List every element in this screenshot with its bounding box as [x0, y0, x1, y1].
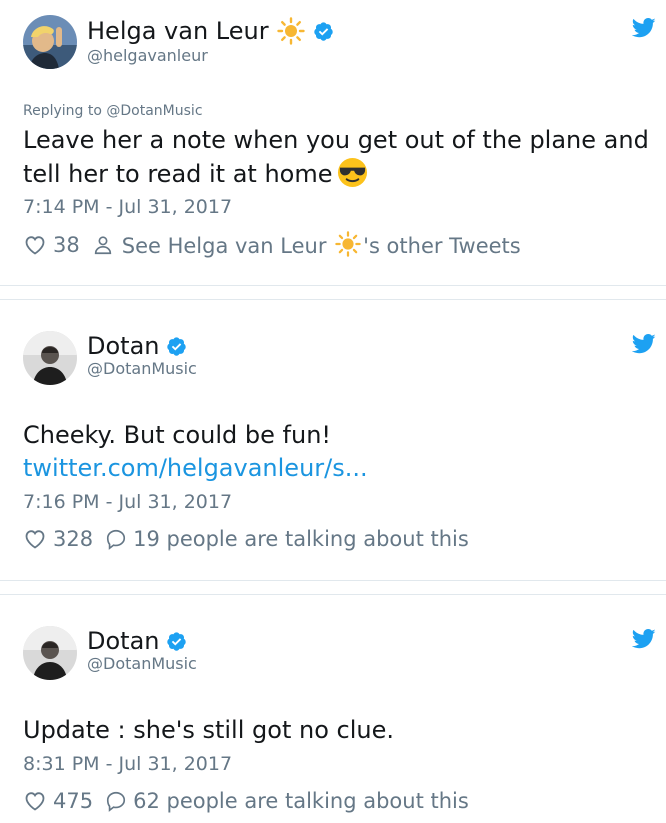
twitter-bird-icon[interactable]	[632, 18, 656, 38]
divider	[0, 580, 666, 595]
talking-about-link[interactable]: 62 people are talking about this	[133, 789, 469, 813]
sun-emoji-icon	[277, 17, 305, 45]
person-icon[interactable]	[92, 234, 114, 256]
author-row: Dotan	[87, 627, 187, 655]
tweet-link[interactable]: twitter.com/helgavanleur/s...	[23, 452, 663, 485]
tweet-dotan-2[interactable]: Dotan @DotanMusic Update : she's still g…	[0, 596, 666, 823]
avatar[interactable]	[23, 15, 77, 69]
like-count[interactable]: 328	[53, 527, 93, 551]
tweet-text: Cheeky. But could be fun! twitter.com/he…	[23, 419, 663, 485]
heart-icon[interactable]	[23, 789, 47, 813]
sun-emoji-icon	[335, 231, 361, 257]
author-name[interactable]: Helga van Leur	[87, 17, 269, 45]
heart-icon[interactable]	[23, 233, 47, 257]
tweet-timestamp[interactable]: 7:14 PM - Jul 31, 2017	[23, 196, 232, 218]
tweet-timestamp[interactable]: 7:16 PM - Jul 31, 2017	[23, 491, 232, 513]
tweet-text-line: tell her to read it at home	[23, 157, 663, 191]
replying-handle[interactable]: @DotanMusic	[106, 103, 202, 119]
divider	[0, 285, 666, 300]
avatar[interactable]	[23, 626, 77, 680]
verified-badge-icon	[166, 336, 187, 357]
tweet-text: Update : she's still got no clue.	[23, 714, 663, 747]
talking-about-link[interactable]: 19 people are talking about this	[133, 527, 469, 551]
tweet-helga[interactable]: Helga van Leur @helgavanleur Replying to…	[0, 0, 666, 285]
tweet-dotan-1[interactable]: Dotan @DotanMusic Cheeky. But could be f…	[0, 301, 666, 581]
tweet-actions: 475 62 people are talking about this	[23, 789, 469, 813]
replying-to: Replying to @DotanMusic	[23, 103, 203, 119]
tweet-text: Leave her a note when you get out of the…	[23, 124, 663, 191]
tweet-actions: 328 19 people are talking about this	[23, 527, 469, 551]
tweet-actions: 38 See Helga van Leur 's other Tweets	[23, 231, 521, 258]
see-other-tweets-link[interactable]: See Helga van Leur 's other Tweets	[122, 231, 521, 258]
tweet-text-line: Leave her a note when you get out of the…	[23, 126, 649, 154]
like-count[interactable]: 38	[53, 233, 80, 257]
sunglasses-emoji-icon	[337, 157, 368, 188]
heart-icon[interactable]	[23, 527, 47, 551]
avatar[interactable]	[23, 331, 77, 385]
replying-prefix: Replying to	[23, 103, 102, 119]
author-handle[interactable]: @DotanMusic	[87, 654, 197, 673]
author-handle[interactable]: @DotanMusic	[87, 359, 197, 378]
twitter-bird-icon[interactable]	[632, 334, 656, 354]
tweet-text-line: Cheeky. But could be fun!	[23, 421, 332, 449]
author-row: Helga van Leur	[87, 17, 334, 45]
twitter-bird-icon[interactable]	[632, 629, 656, 649]
speech-bubble-icon[interactable]	[105, 528, 127, 550]
author-handle[interactable]: @helgavanleur	[87, 46, 208, 65]
verified-badge-icon	[166, 631, 187, 652]
speech-bubble-icon[interactable]	[105, 790, 127, 812]
tweet-timestamp[interactable]: 8:31 PM - Jul 31, 2017	[23, 753, 232, 775]
author-row: Dotan	[87, 332, 187, 360]
tweet-text-line: Update : she's still got no clue.	[23, 716, 394, 744]
verified-badge-icon	[313, 21, 334, 42]
like-count[interactable]: 475	[53, 789, 93, 813]
author-name[interactable]: Dotan	[87, 332, 160, 360]
author-name[interactable]: Dotan	[87, 627, 160, 655]
